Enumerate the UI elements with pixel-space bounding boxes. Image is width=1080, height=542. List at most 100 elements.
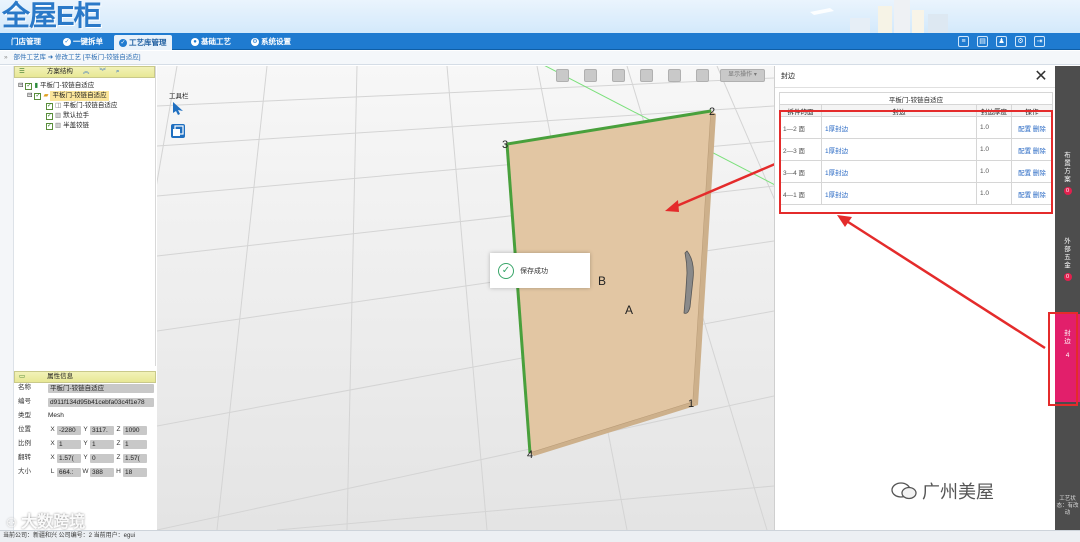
nav-one-click-split[interactable]: ✓ 一键拆单 (58, 35, 108, 48)
left-collapse-strip (0, 66, 14, 530)
nav-label: 门店管理 (11, 37, 41, 46)
tree-checkbox[interactable]: ✓ (46, 112, 53, 120)
center-view-icon[interactable] (584, 69, 597, 82)
nav-label: 系统设置 (261, 37, 291, 46)
rotation-z-field[interactable]: 1.57( (123, 453, 147, 463)
attr-id-row: 编号 d911f134d95b41cebfa03c4f1e78 (18, 397, 154, 407)
3d-scene: 2 3 1 4 A B (157, 66, 774, 530)
watermark-text: 广州美屋 (922, 482, 994, 502)
type-value: Mesh (48, 412, 64, 419)
save-success-toast: ✓ 保存成功 (490, 253, 590, 288)
z-label: Z (116, 426, 121, 433)
measure-icon[interactable] (696, 69, 709, 82)
check-icon: ✓ (498, 262, 514, 279)
attributes-panel-header: ▭ 属性信息 (14, 371, 156, 383)
list-icon[interactable]: ≡ (958, 36, 969, 47)
annotation-arrow-2 (837, 215, 1046, 350)
collapse-toggle-icon[interactable]: ⊟ (18, 81, 23, 91)
layer-icon[interactable] (171, 124, 185, 138)
tree-checkbox[interactable]: ✓ (34, 92, 42, 100)
z-label: Z (116, 454, 121, 461)
tree-checkbox[interactable]: ✓ (46, 102, 53, 110)
size-l-field[interactable]: 664.: (57, 467, 81, 477)
tab-edge-band[interactable]: 封边 4 (1055, 314, 1080, 402)
size-w-field[interactable]: 388 (90, 467, 114, 477)
right-sidebar: 布置方案 0 外部五金 0 封边 4 工艺状态：有改动 (1055, 66, 1080, 530)
rotation-x-field[interactable]: 1.57( (57, 453, 81, 463)
size-h-field[interactable]: 18 (123, 467, 147, 477)
attr-label: 位置 (18, 426, 31, 433)
nav-system-settings[interactable]: ⚙ 系统设置 (246, 35, 296, 48)
scale-y-field[interactable]: 1 (90, 439, 114, 449)
breadcrumb-text[interactable]: 部件工艺库 ➜ 修改工艺 [平板门-铰链自适应] (13, 54, 140, 61)
expand-down-icon[interactable]: ︾ (99, 67, 106, 77)
save-view-icon[interactable] (556, 69, 569, 82)
vertex-label-1: 1 (688, 398, 694, 410)
attr-rotation-row: 翻转 X 1.57( Y0 Z 1.57( (18, 453, 147, 463)
hinge-icon: ▥ (55, 122, 62, 129)
z-label: Z (116, 440, 121, 447)
scale-z-field[interactable]: 1 (123, 439, 147, 449)
tab-label: 外部五金 (1064, 238, 1071, 269)
nav-basic-process[interactable]: ● 基础工艺 (186, 35, 236, 48)
w-label: W (82, 468, 89, 475)
tab-layout-plan[interactable]: 布置方案 0 (1055, 152, 1080, 195)
collapse-up-icon[interactable]: ︽ (83, 67, 90, 77)
logout-icon[interactable]: ⇥ (1034, 36, 1045, 47)
vertex-label-3: 3 (502, 139, 508, 151)
search-icon[interactable]: ⌕ (116, 67, 120, 77)
3d-view-icon[interactable] (612, 69, 625, 82)
nav-label: 基础工艺 (201, 37, 231, 46)
3d-viewport[interactable]: 2 3 1 4 A B 工具栏 显示操作 ▾ ✓ 保存成功 (157, 66, 774, 530)
y-label: Y (83, 440, 88, 447)
tree-node-label: 平板门-铰链自适应 (40, 82, 95, 89)
tree-checkbox[interactable]: ✓ (46, 122, 53, 130)
l-label: L (50, 468, 55, 475)
document-icon[interactable]: ▤ (977, 36, 988, 47)
tree-node[interactable]: ⊟ ✓ ▰ 平板门-铰链自适应 (18, 91, 155, 101)
gear-icon[interactable]: ⚙ (1015, 36, 1026, 47)
attr-label: 翻转 (18, 454, 31, 461)
rotation-y-field[interactable]: 0 (90, 453, 114, 463)
nav-store-management[interactable]: 门店管理 (6, 35, 46, 48)
attr-name-row: 名称 平板门-铰链自适应 (18, 383, 154, 393)
position-y-field[interactable]: 3117. (90, 425, 114, 435)
part-icon: ▮ (34, 82, 39, 89)
name-field[interactable]: 平板门-铰链自适应 (48, 383, 154, 393)
attr-label: 比例 (18, 440, 31, 447)
tree-node[interactable]: ⊟ ✓ ▮ 平板门-铰链自适应 (18, 81, 155, 91)
edge-band-dialog: 封边 ✕ 平板门-铰链自适应 拆件的面 封边 封边厚度 操作 1—2 面 1厚封… (774, 66, 1055, 530)
tree-node[interactable]: ✓ ◫ 平板门-铰链自适应 (18, 101, 155, 111)
logo-icon: ⚇ (6, 516, 17, 530)
nav-process-library[interactable]: ✓ 工艺库管理 (114, 35, 172, 50)
position-x-field[interactable]: -2280 (57, 425, 81, 435)
tree-node[interactable]: ✓ ▥ 半盖铰链 (18, 121, 155, 131)
x-label: X (50, 426, 55, 433)
tab-external-hardware[interactable]: 外部五金 0 (1055, 238, 1080, 281)
tree-checkbox[interactable]: ✓ (25, 82, 33, 90)
attr-label: 名称 (18, 384, 31, 391)
scale-x-field[interactable]: 1 (57, 439, 81, 449)
attr-label: 类型 (18, 412, 31, 419)
select-arrow-icon[interactable] (171, 101, 185, 115)
nav-label: 工艺库管理 (129, 38, 167, 47)
face-label-b: B (598, 274, 606, 288)
face-label-a: A (625, 303, 633, 317)
count-badge: 0 (1063, 273, 1072, 281)
status-bar: 当前公司：新疆和兴 公司编号：2 当前用户：egui (0, 530, 1080, 542)
collapse-toggle-icon[interactable]: ⊟ (27, 91, 32, 101)
info-icon: ▭ (19, 373, 26, 380)
vertex-label-4: 4 (527, 449, 533, 461)
position-z-field[interactable]: 1090 (123, 425, 147, 435)
fit-view-icon[interactable] (668, 69, 681, 82)
view-ops-dropdown[interactable]: 显示操作 ▾ (720, 69, 765, 82)
app-logo: 全屋E柜 (2, 0, 102, 31)
panel-icon: ◫ (55, 102, 62, 109)
front-view-icon[interactable] (640, 69, 653, 82)
id-field[interactable]: d911f134d95b41cebfa03c4f1e78 (48, 397, 154, 407)
handle-icon: ▥ (55, 112, 62, 119)
skyline-decoration (810, 0, 948, 33)
user-icon[interactable]: ♟ (996, 36, 1007, 47)
watermark-left: ⚇ 大数跨境 (6, 508, 85, 532)
tree-node[interactable]: ✓ ▥ 默认拉手 (18, 111, 155, 121)
